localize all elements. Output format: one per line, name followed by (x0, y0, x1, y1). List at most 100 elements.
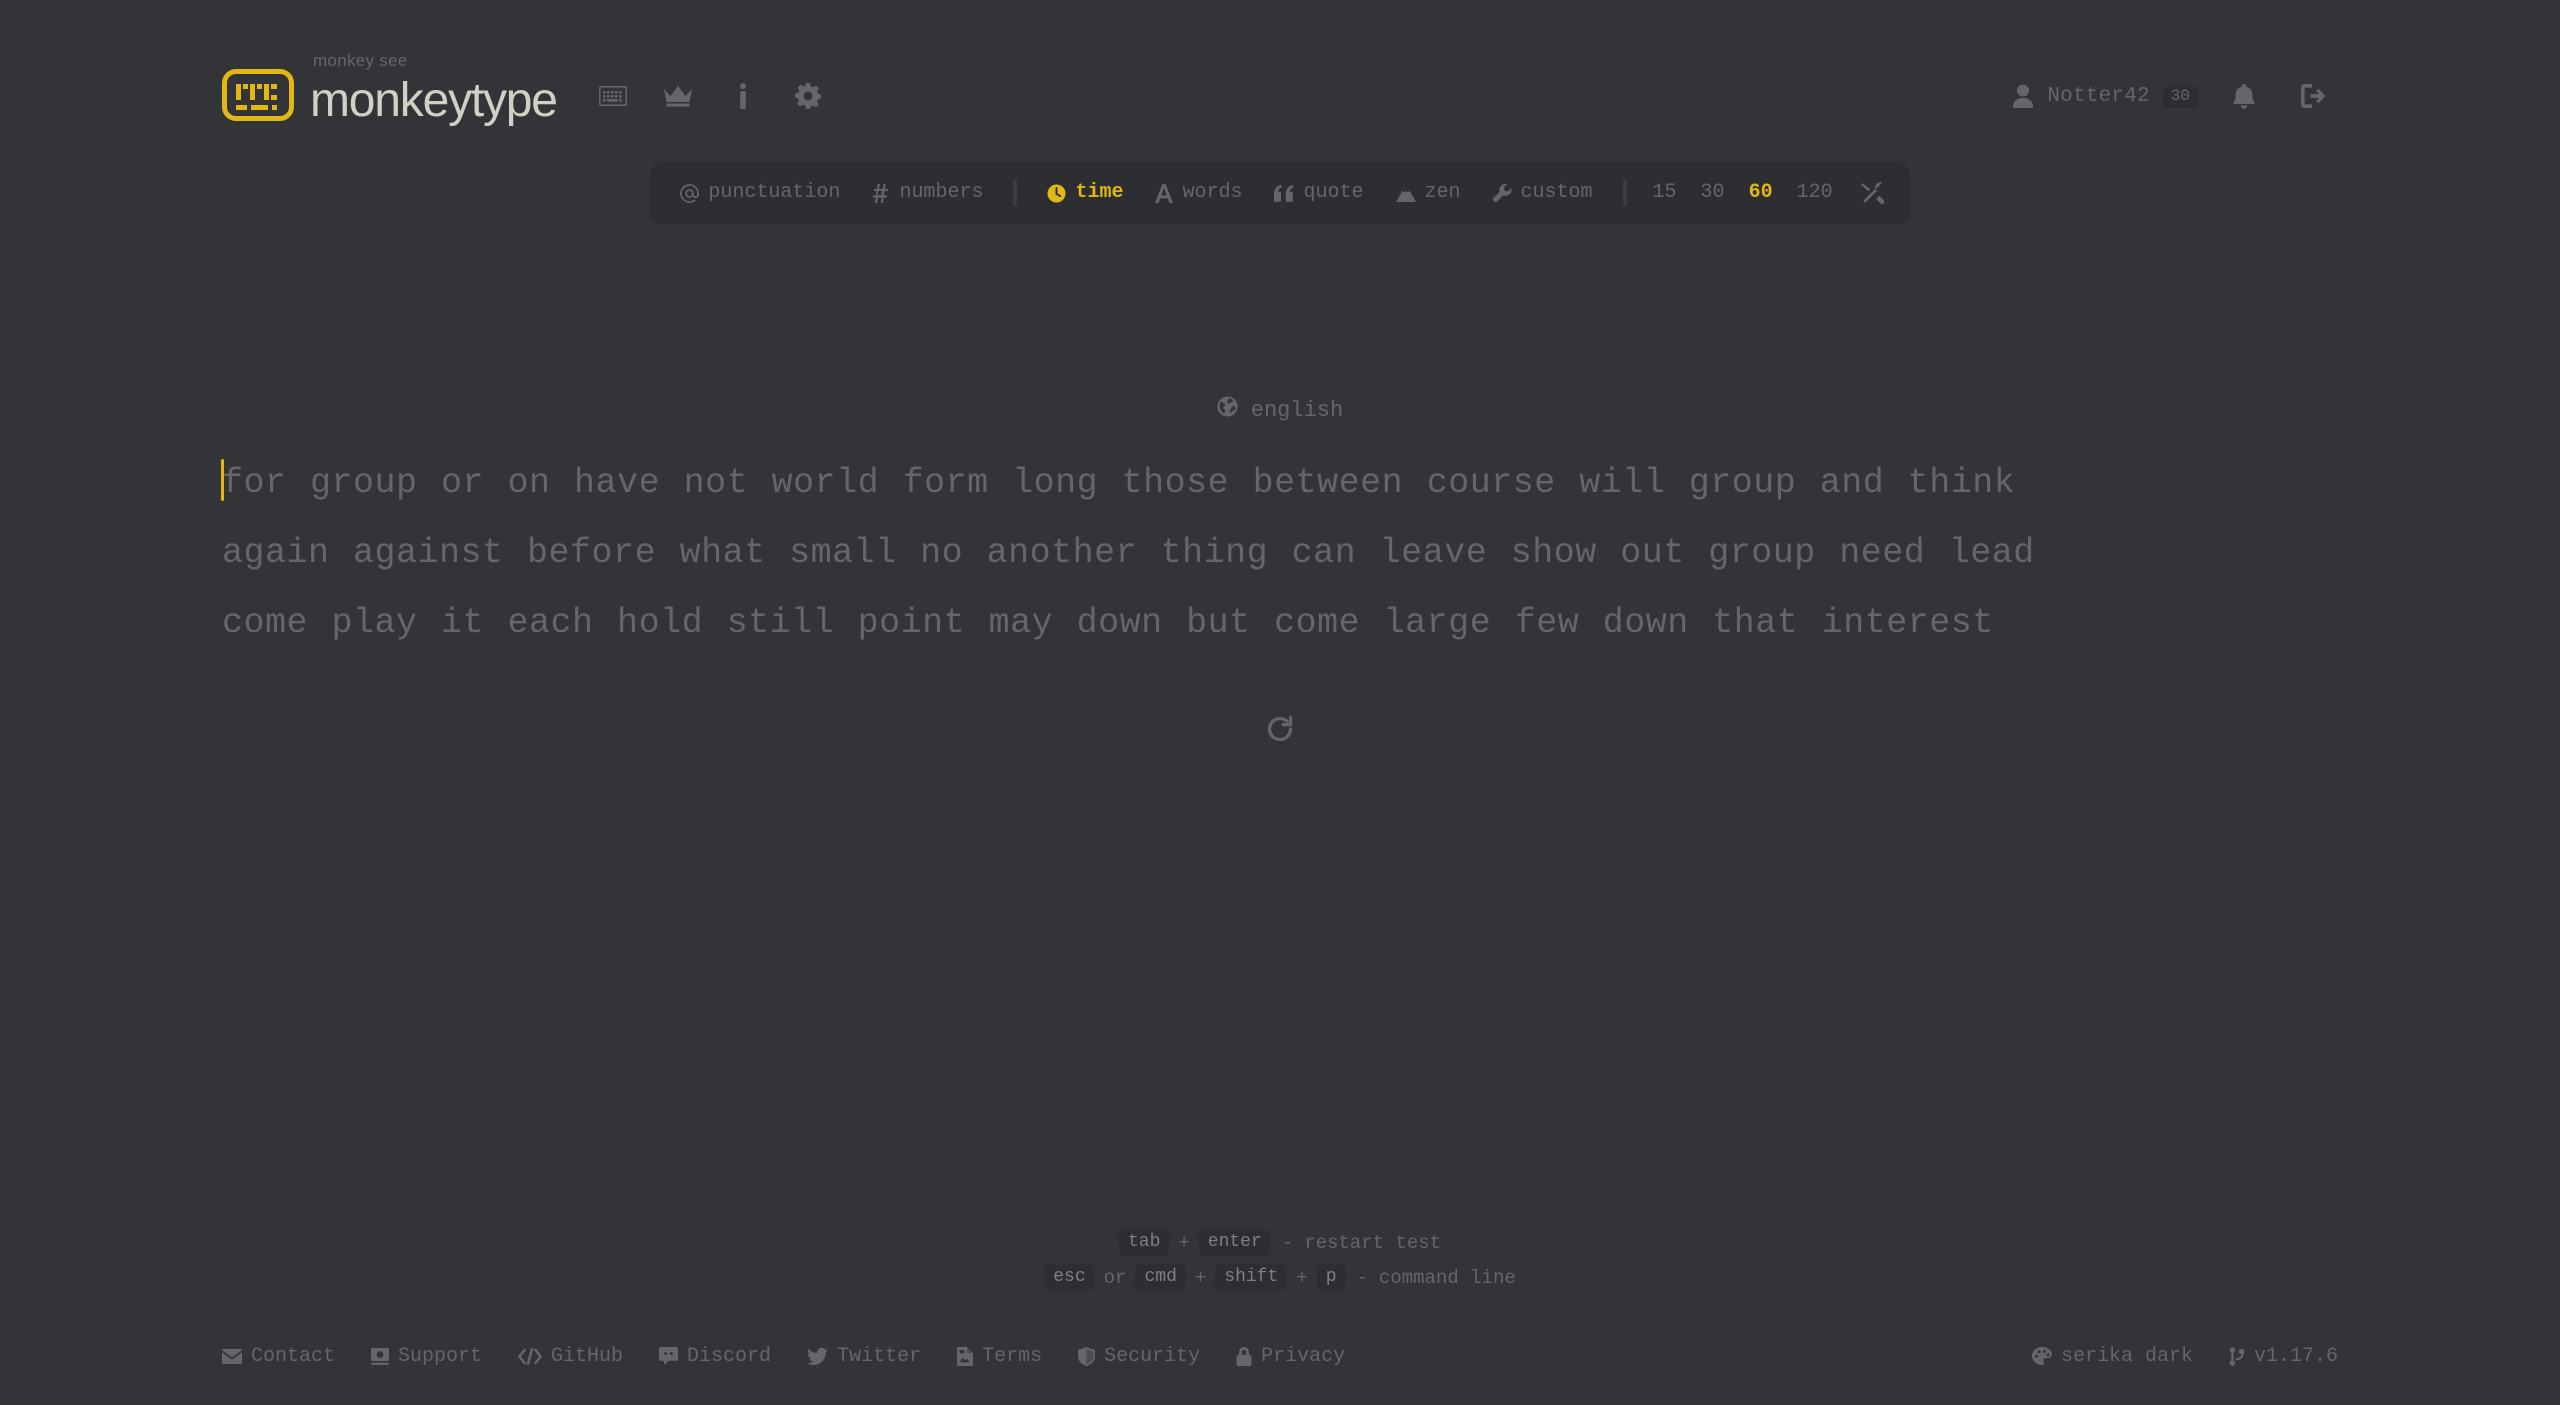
config-bar-wrapper: punctuation numbers time words quote zen… (222, 162, 2338, 224)
typing-test-area: english for group or on have not world f… (221, 224, 2338, 1229)
keyboard-icon[interactable] (589, 72, 637, 120)
top-navigation-bar: monkey see monkeytype Notter42 30 (222, 0, 2338, 152)
footer-link-privacy[interactable]: Privacy (1236, 1345, 1345, 1368)
discord-icon (659, 1347, 679, 1365)
footer-link-contact-label: Contact (251, 1344, 336, 1368)
config-time-60[interactable]: 60 (1737, 162, 1785, 224)
envelope-icon (222, 1348, 242, 1364)
footer-link-support-label: Support (398, 1344, 483, 1368)
key-enter: enter (1198, 1229, 1271, 1256)
footer-link-github[interactable]: GitHub (518, 1345, 623, 1368)
nav-icon-group (589, 72, 832, 120)
footer-link-github-label: GitHub (551, 1344, 624, 1368)
footer-link-terms[interactable]: Terms (957, 1345, 1042, 1368)
hint-plus-3: + (1296, 1266, 1308, 1289)
config-mode-words-label: words (1182, 181, 1243, 204)
footer-link-terms-label: Terms (982, 1344, 1043, 1368)
language-selector[interactable]: english (1217, 396, 1343, 424)
key-esc: esc (1044, 1264, 1095, 1291)
config-time-30[interactable]: 30 (1689, 162, 1737, 224)
config-time-15[interactable]: 15 (1641, 162, 1689, 224)
bell-icon[interactable] (2220, 72, 2268, 120)
palette-icon (2031, 1346, 2052, 1366)
brand-tagline: monkey see (313, 51, 408, 70)
footer-theme-button[interactable]: serika dark (2031, 1344, 2193, 1368)
hash-icon (872, 183, 890, 203)
word-line-3: come play it each hold still point may d… (222, 603, 1994, 643)
hint-plus-1: + (1178, 1231, 1190, 1254)
username-label: Notter42 (2047, 84, 2150, 108)
hint-restart-label: restart test (1304, 1231, 1442, 1254)
config-numbers[interactable]: numbers (856, 162, 999, 224)
money-icon (371, 1347, 390, 1365)
footer-links-right: serika dark v1.17.6 (2031, 1344, 2338, 1368)
account-button[interactable]: Notter42 30 (2012, 84, 2198, 108)
brand-name: monkeytype (310, 74, 558, 127)
sign-out-icon[interactable] (2290, 72, 2338, 120)
account-area: Notter42 30 (2012, 72, 2338, 120)
git-branch-icon (2229, 1346, 2245, 1366)
footer-link-privacy-label: Privacy (1261, 1344, 1346, 1368)
config-mode-custom-label: custom (1520, 181, 1593, 204)
config-mode-words[interactable]: words (1139, 162, 1258, 224)
app-root: monkey see monkeytype Notter42 30 punctu… (0, 0, 2560, 1405)
words-display[interactable]: for group or on have not world form long… (221, 448, 2338, 658)
footer-link-contact[interactable]: Contact (222, 1345, 335, 1368)
config-amounts: 15 30 60 120 (1641, 162, 1896, 224)
footer-link-twitter[interactable]: Twitter (807, 1345, 921, 1368)
config-mode-zen-label: zen (1424, 181, 1461, 204)
language-label: english (1250, 397, 1344, 423)
test-config-bar: punctuation numbers time words quote zen… (650, 162, 1910, 224)
footer-links-left: Contact Support GitHub Discord Twitter T… (222, 1345, 1345, 1368)
gear-icon[interactable] (784, 72, 832, 120)
config-punctuation-label: punctuation (708, 181, 841, 204)
footer-theme-label: serika dark (2060, 1344, 2193, 1368)
config-mode-quote-label: quote (1303, 181, 1364, 204)
quote-icon (1274, 184, 1295, 202)
footer-link-discord-label: Discord (687, 1344, 772, 1368)
hint-plus-2: + (1194, 1266, 1207, 1289)
word-line-1-text: for group or on have not world form long… (222, 463, 2016, 503)
config-mode-quote[interactable]: quote (1258, 162, 1379, 224)
logo-home-link[interactable]: monkey see monkeytype (222, 51, 558, 127)
config-punctuation[interactable]: punctuation (664, 162, 856, 224)
footer-version-link[interactable]: v1.17.6 (2229, 1345, 2338, 1368)
monkeytype-logo-icon (222, 69, 294, 121)
user-level-badge: 30 (2162, 84, 2198, 108)
config-mode-zen[interactable]: zen (1380, 162, 1477, 224)
twitter-icon (807, 1347, 829, 1365)
brand-text: monkey see monkeytype (310, 51, 558, 127)
config-custom-tools-icon[interactable] (1845, 181, 1896, 205)
restart-row (222, 700, 2338, 758)
crown-icon[interactable] (654, 72, 702, 120)
config-modes: time words quote zen custom (1031, 162, 1608, 224)
footer-link-security[interactable]: Security (1078, 1345, 1200, 1368)
config-time-120[interactable]: 120 (1785, 162, 1845, 224)
config-numbers-label: numbers (899, 181, 984, 204)
info-icon[interactable] (719, 72, 767, 120)
word-line-1: for group or on have not world form long… (221, 448, 2338, 518)
hint-command-line: esc or cmd + shift + p - command line (1044, 1264, 1516, 1291)
hint-command-line-label: command line (1378, 1266, 1516, 1289)
hint-or: or (1103, 1266, 1127, 1289)
mountain-icon (1395, 184, 1416, 202)
footer-link-support[interactable]: Support (371, 1345, 482, 1368)
wrench-icon (1492, 183, 1512, 203)
letter-a-icon (1155, 183, 1174, 203)
footer-link-discord[interactable]: Discord (659, 1345, 771, 1368)
config-divider-2 (1622, 180, 1627, 206)
hint-dash-2: - (1356, 1266, 1368, 1289)
shield-icon (1078, 1346, 1096, 1366)
key-shift: shift (1215, 1264, 1288, 1291)
config-mode-time[interactable]: time (1031, 162, 1139, 224)
config-mode-custom[interactable]: custom (1477, 162, 1609, 224)
config-modifiers: punctuation numbers (664, 162, 999, 224)
key-tab: tab (1118, 1229, 1170, 1256)
footer-link-twitter-label: Twitter (837, 1344, 922, 1368)
user-avatar-icon (2013, 84, 2034, 108)
globe-icon (1217, 396, 1238, 424)
restart-test-button[interactable] (1247, 700, 1313, 758)
key-p: p (1316, 1264, 1346, 1291)
hint-dash-1: - (1281, 1231, 1294, 1254)
footer: Contact Support GitHub Discord Twitter T… (222, 1335, 2338, 1405)
